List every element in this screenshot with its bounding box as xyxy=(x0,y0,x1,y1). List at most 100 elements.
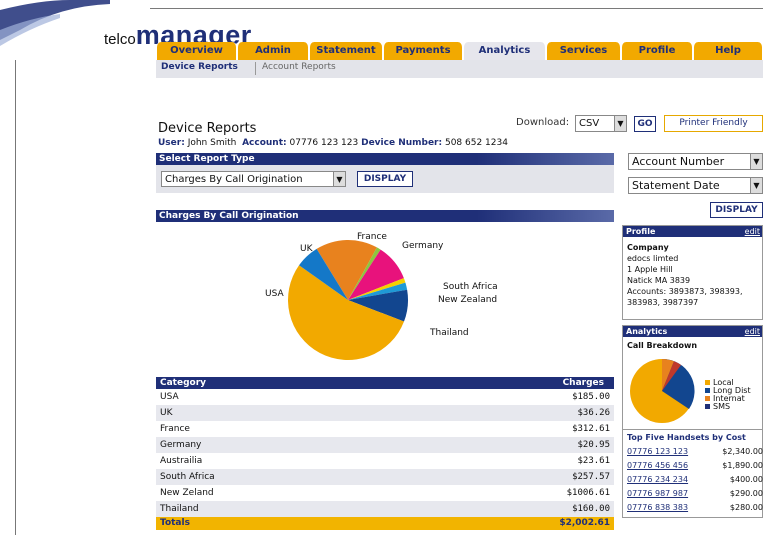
legend-swatch xyxy=(705,396,710,401)
chevron-down-icon: ▼ xyxy=(750,154,762,169)
call-breakdown-title: Call Breakdown xyxy=(627,341,698,350)
totals-label: Totals xyxy=(160,518,190,528)
analytics-heading: Analytics edit xyxy=(623,326,762,337)
legend-swatch xyxy=(705,380,710,385)
handset-number-link[interactable]: 07776 456 456 xyxy=(627,461,688,470)
table-row: UK $36.26 xyxy=(156,405,614,421)
account-label: Account: xyxy=(242,138,287,148)
tab-payments[interactable]: Payments xyxy=(383,42,463,60)
chevron-down-icon: ▼ xyxy=(614,116,626,131)
tab-analytics[interactable]: Analytics xyxy=(463,42,546,60)
row-charges: $185.00 xyxy=(572,392,610,402)
legend-sms-label: SMS xyxy=(713,402,731,411)
pie-label-thailand: Thailand xyxy=(430,328,469,338)
download-format-value: CSV xyxy=(579,118,600,129)
tab-help[interactable]: Help xyxy=(693,42,763,60)
handset-row: 07776 234 234 $400.00 xyxy=(627,475,763,487)
pie-label-uk: UK xyxy=(300,244,313,254)
page-title: Device Reports xyxy=(158,121,257,136)
legend-swatch xyxy=(705,388,710,393)
table-row: Germany $20.95 xyxy=(156,437,614,453)
handset-number-link[interactable]: 07776 838 383 xyxy=(627,503,688,512)
top-handsets-title: Top Five Handsets by Cost xyxy=(627,433,746,442)
pie-label-usa: USA xyxy=(265,289,284,299)
chevron-down-icon: ▼ xyxy=(750,178,762,193)
row-category: Germany xyxy=(160,440,202,450)
account-value: 07776 123 123 xyxy=(289,138,359,148)
report-type-panel: Charges By Call Origination ▼ DISPLAY xyxy=(156,165,614,193)
tab-statement[interactable]: Statement xyxy=(309,42,383,60)
statement-date-select[interactable]: Statement Date ▼ xyxy=(628,177,763,194)
go-button[interactable]: GO xyxy=(634,116,656,132)
subtab-account-reports[interactable]: Account Reports xyxy=(262,62,336,72)
sub-nav: Device Reports Account Reports xyxy=(156,60,763,78)
handset-cost: $400.00 xyxy=(729,475,763,484)
device-label: Device Number: xyxy=(361,138,443,148)
pie-label-france: France xyxy=(357,232,387,242)
handset-number-link[interactable]: 07776 123 123 xyxy=(627,447,688,456)
call-breakdown-pie xyxy=(630,358,695,423)
row-category: UK xyxy=(160,408,173,418)
handset-cost: $280.00 xyxy=(729,503,763,512)
row-charges: $312.61 xyxy=(572,424,610,434)
brand-telco: telco xyxy=(104,31,136,48)
table-row: Thailand $160.00 xyxy=(156,501,614,517)
row-charges: $20.95 xyxy=(577,440,610,450)
report-type-select[interactable]: Charges By Call Origination ▼ xyxy=(161,171,346,187)
account-number-select[interactable]: Account Number ▼ xyxy=(628,153,763,170)
table-row: Austrailia $23.61 xyxy=(156,453,614,469)
totals-row: Totals $2,002.61 xyxy=(156,517,614,530)
charges-table: Category Charges USA $185.00 UK $36.26 Fra… xyxy=(156,377,614,530)
handset-cost: $290.00 xyxy=(729,489,763,498)
profile-panel: Profile edit Company edocs limted 1 Appl… xyxy=(622,225,763,320)
profile-edit-link[interactable]: edit xyxy=(745,226,760,237)
chevron-down-icon: ▼ xyxy=(333,172,345,186)
account-number-value: Account Number xyxy=(632,155,725,168)
report-type-heading: Select Report Type xyxy=(156,153,614,165)
handset-number-link[interactable]: 07776 987 987 xyxy=(627,489,688,498)
analytics-heading-label: Analytics xyxy=(626,327,668,336)
pie-label-new-zealand: New Zealand xyxy=(438,295,498,305)
subnav-divider xyxy=(255,62,256,75)
display-button[interactable]: DISPLAY xyxy=(357,171,413,187)
profile-accounts-cont: 383983, 3987397 xyxy=(627,298,699,307)
row-category: France xyxy=(160,424,190,434)
profile-heading-label: Profile xyxy=(626,227,656,236)
handset-cost: $1,890.00 xyxy=(722,461,763,470)
handset-row: 07776 456 456 $1,890.00 xyxy=(627,461,763,473)
handset-number-link[interactable]: 07776 234 234 xyxy=(627,475,688,484)
subtab-device-reports[interactable]: Device Reports xyxy=(161,62,238,72)
pie-label-south-africa: South Africa xyxy=(443,282,498,292)
handset-row: 07776 987 987 $290.00 xyxy=(627,489,763,501)
row-category: New Zeland xyxy=(160,488,214,498)
user-info: User: John Smith Account: 07776 123 123 … xyxy=(158,138,508,148)
legend-swatch xyxy=(705,404,710,409)
tab-services[interactable]: Services xyxy=(546,42,621,60)
main-nav: Overview Admin Statement Payments Analyt… xyxy=(156,42,763,60)
user-value: John Smith xyxy=(187,138,237,148)
table-row: France $312.61 xyxy=(156,421,614,437)
row-charges: $36.26 xyxy=(577,408,610,418)
printer-friendly-button[interactable]: Printer Friendly xyxy=(664,115,763,132)
tab-profile[interactable]: Profile xyxy=(621,42,693,60)
side-display-button[interactable]: DISPLAY xyxy=(710,202,763,218)
download-label: Download: xyxy=(516,117,570,128)
download-format-select[interactable]: CSV ▼ xyxy=(575,115,627,132)
profile-address-2: Natick MA 3839 xyxy=(627,276,691,285)
legend-sms: SMS xyxy=(705,402,730,411)
row-category: South Africa xyxy=(160,472,215,482)
logo-swoosh xyxy=(0,0,110,46)
chart-heading: Charges By Call Origination xyxy=(156,210,614,222)
profile-address-1: 1 Apple Hill xyxy=(627,265,673,274)
analytics-edit-link[interactable]: edit xyxy=(745,326,760,337)
tab-admin[interactable]: Admin xyxy=(237,42,309,60)
row-charges: $257.57 xyxy=(572,472,610,482)
statement-date-value: Statement Date xyxy=(632,179,720,192)
handset-row: 07776 838 383 $280.00 xyxy=(627,503,763,515)
tab-overview[interactable]: Overview xyxy=(156,42,237,60)
table-header: Category Charges xyxy=(156,377,614,389)
user-label: User: xyxy=(158,138,185,148)
pie-label-germany: Germany xyxy=(402,241,444,251)
row-category: Austrailia xyxy=(160,456,203,466)
col-category: Category xyxy=(160,378,207,388)
